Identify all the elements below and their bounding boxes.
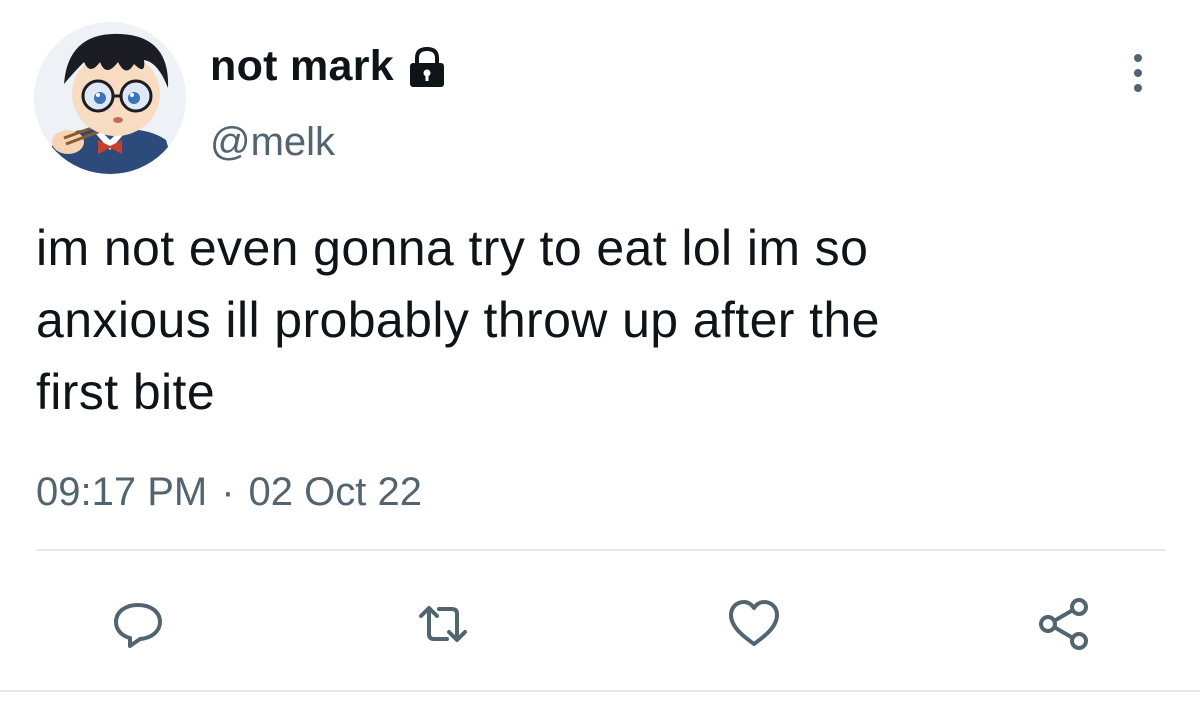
tweet-time[interactable]: 09:17 PM: [36, 466, 207, 518]
avatar[interactable]: [34, 22, 186, 174]
share-icon: [1039, 598, 1088, 650]
like-button[interactable]: [726, 596, 782, 652]
meta-separator: ·: [221, 470, 235, 514]
more-options-icon[interactable]: [1120, 50, 1156, 96]
reply-icon: [114, 603, 162, 648]
tweet-meta: 09:17 PM · 02 Oct 22: [36, 466, 422, 518]
tweet-card: not mark @melk im not even gonna try to …: [0, 0, 1200, 710]
display-name[interactable]: not mark: [210, 38, 394, 94]
tweet-date[interactable]: 02 Oct 22: [249, 466, 422, 518]
retweet-button[interactable]: [415, 596, 471, 652]
heart-icon: [729, 600, 779, 646]
retweet-icon: [419, 606, 467, 642]
user-handle[interactable]: @melk: [210, 116, 335, 168]
divider: [36, 549, 1166, 551]
tweet-text: im not even gonna try to eat lol im so a…: [36, 220, 880, 420]
reply-button[interactable]: [110, 596, 166, 652]
display-name-row: not mark: [210, 38, 450, 94]
avatar-illustration: [34, 22, 186, 174]
share-button[interactable]: [1036, 596, 1092, 652]
bottom-divider: [0, 690, 1200, 692]
lock-icon: [404, 44, 450, 90]
